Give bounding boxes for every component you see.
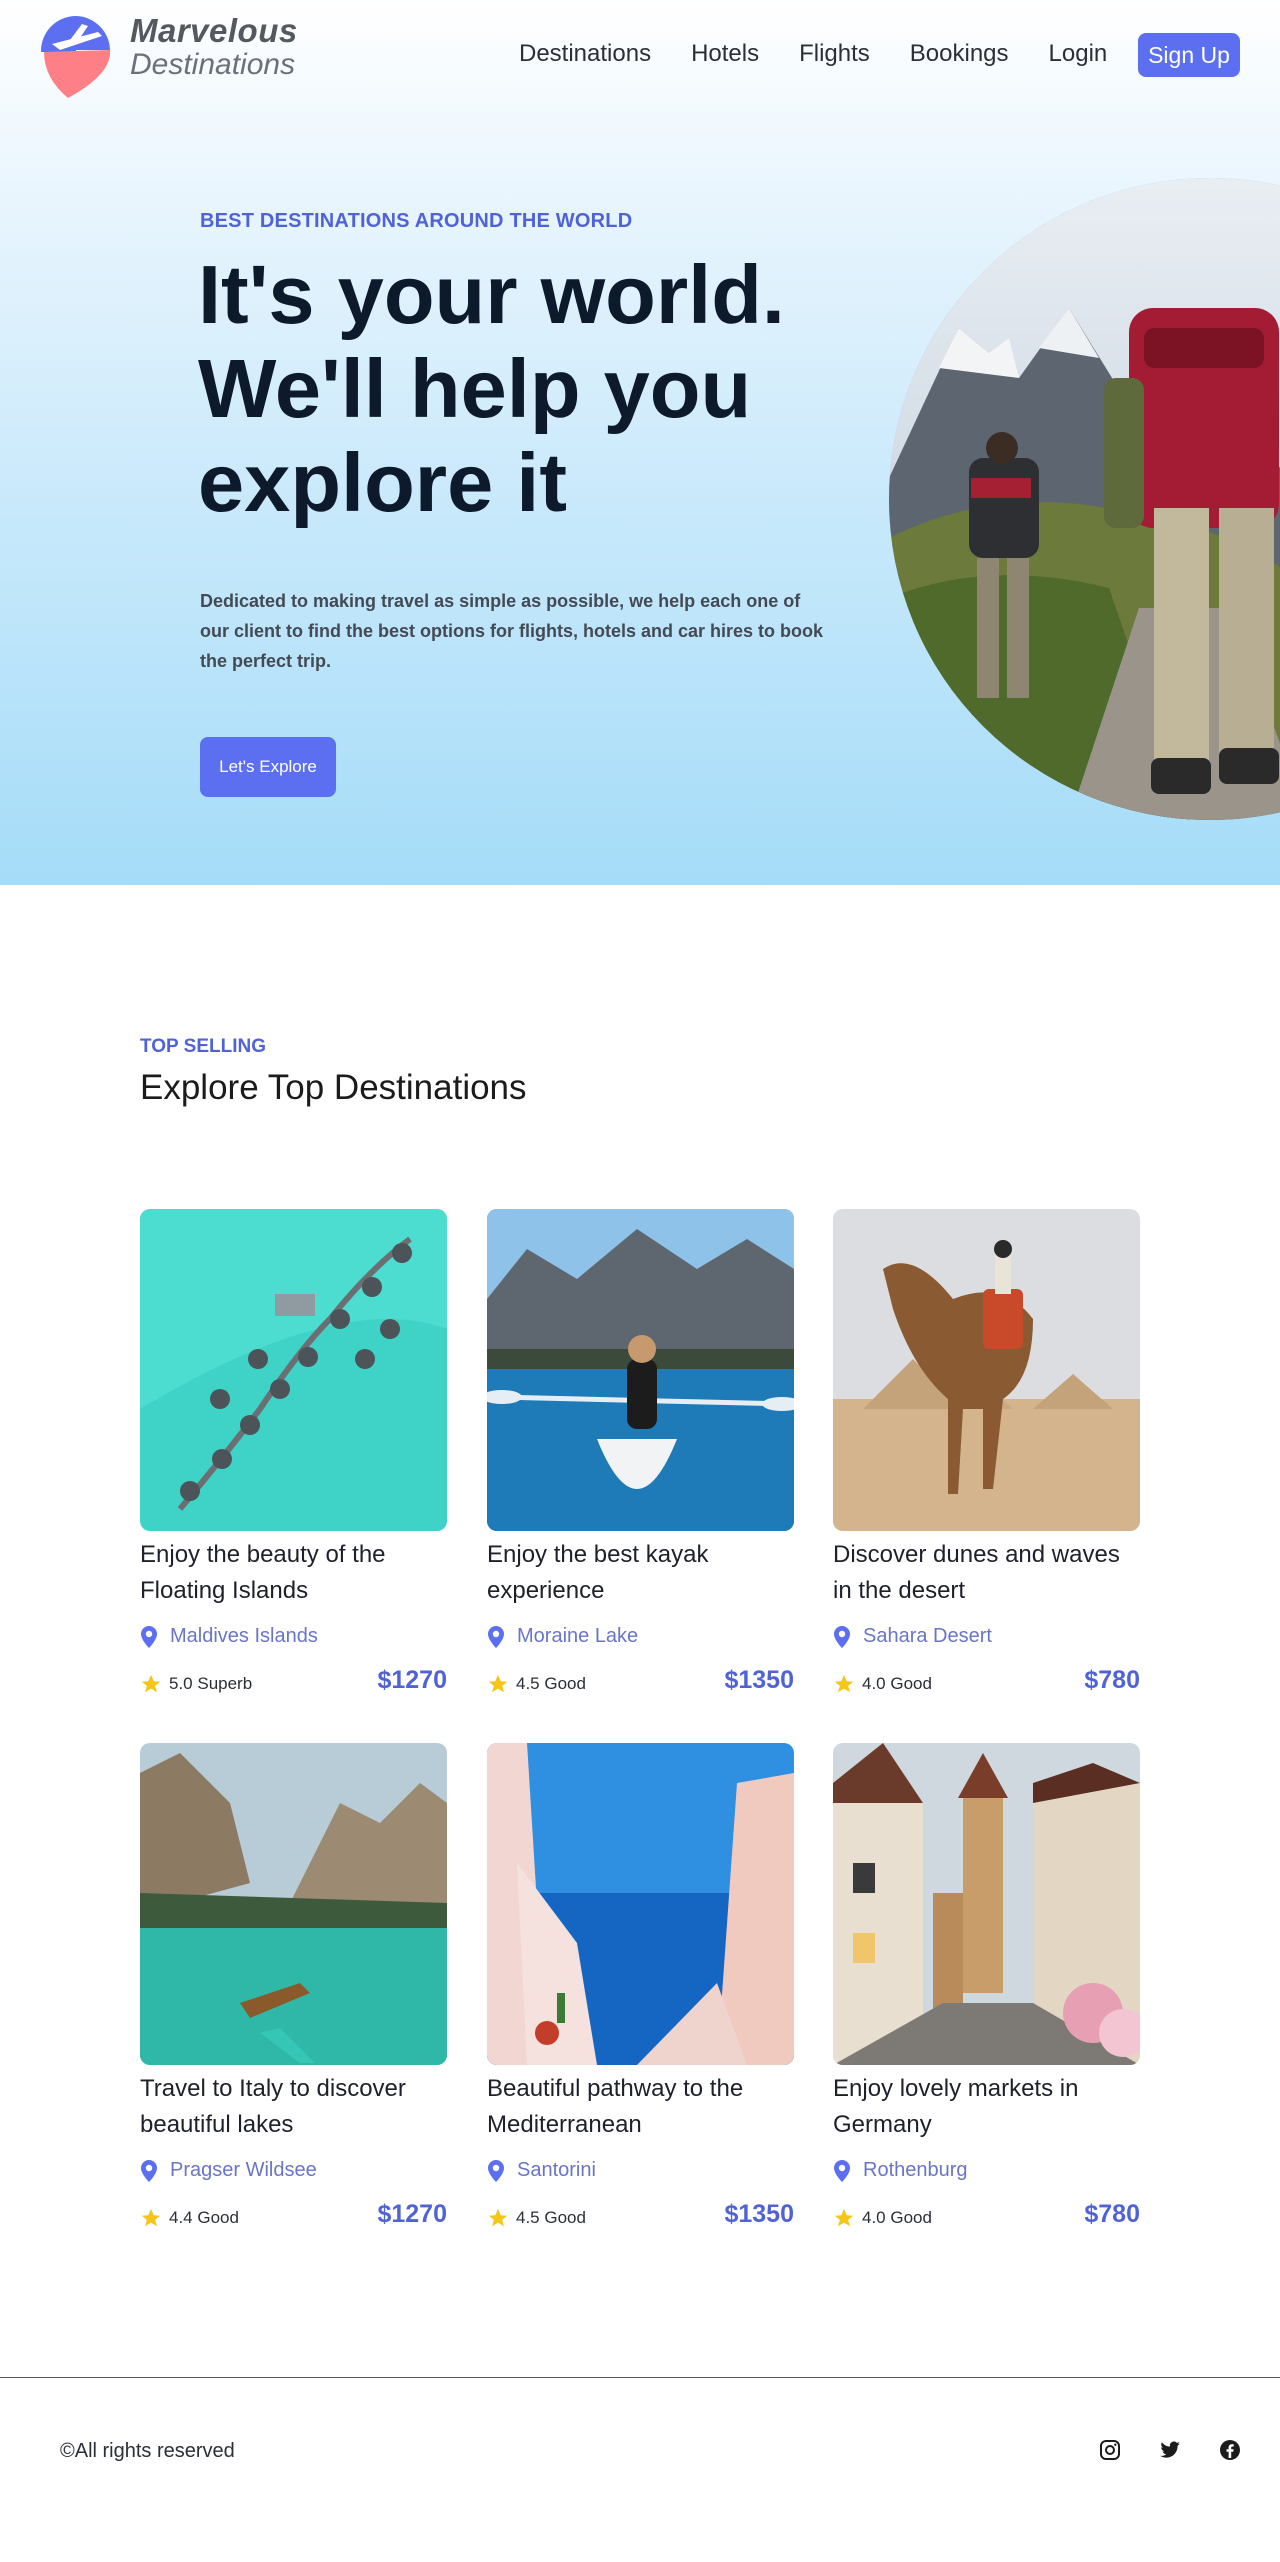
nav-destinations[interactable]: Destinations xyxy=(519,40,651,68)
card-price: $1270 xyxy=(377,1666,447,1694)
site-header: Marvelous Destinations Destinations Hote… xyxy=(0,0,1280,112)
card-location: Sahara Desert xyxy=(833,1625,992,1648)
card-location: Pragser Wildsee xyxy=(140,2159,317,2182)
card-price: $1270 xyxy=(377,2200,447,2228)
star-icon xyxy=(488,2208,508,2227)
card-rating: 4.0 Good xyxy=(833,1673,932,1695)
card-rating: 4.5 Good xyxy=(487,1673,586,1695)
destination-card[interactable]: Beautiful pathway to the Mediterranean S… xyxy=(487,1743,794,2243)
footer-copyright: ©All rights reserved xyxy=(60,2440,235,2462)
card-title[interactable]: Discover dunes and waves in the desert xyxy=(833,1537,1140,1609)
brand-name[interactable]: Marvelous Destinations xyxy=(130,14,298,80)
card-rating-label: 4.5 Good xyxy=(516,2208,586,2227)
card-location-label: Santorini xyxy=(517,2159,596,2181)
main-nav: Destinations Hotels Flights Bookings Log… xyxy=(519,40,1147,68)
card-image-germany[interactable] xyxy=(833,1743,1140,2065)
nav-hotels[interactable]: Hotels xyxy=(691,40,759,68)
destination-card[interactable]: Enjoy the best kayak experience Moraine … xyxy=(487,1209,794,1709)
card-rating: 4.4 Good xyxy=(140,2207,239,2229)
destination-card[interactable]: Travel to Italy to discover beautiful la… xyxy=(140,1743,447,2243)
brand-line2: Destinations xyxy=(130,48,296,81)
location-pin-icon xyxy=(834,2159,850,2182)
card-rating-label: 5.0 Superb xyxy=(169,1674,253,1693)
card-location-label: Pragser Wildsee xyxy=(170,2159,317,2181)
section-title: Explore Top Destinations xyxy=(140,1068,527,1107)
hero-description: Dedicated to making travel as simple as … xyxy=(200,591,824,671)
card-title[interactable]: Travel to Italy to discover beautiful la… xyxy=(140,2071,447,2143)
location-pin-icon xyxy=(834,1625,850,1648)
nav-flights[interactable]: Flights xyxy=(799,40,870,68)
footer-divider xyxy=(0,2377,1280,2378)
hero-headline: It's your world. We'll help you explore … xyxy=(198,248,785,529)
card-location: Maldives Islands xyxy=(140,1625,318,1648)
twitter-icon[interactable] xyxy=(1158,2438,1182,2462)
card-title[interactable]: Enjoy the beauty of the Floating Islands xyxy=(140,1537,447,1609)
card-location: Rothenburg xyxy=(833,2159,968,2182)
card-image-santorini[interactable] xyxy=(487,1743,794,2065)
facebook-icon[interactable] xyxy=(1218,2438,1242,2462)
star-icon xyxy=(834,2208,854,2227)
card-location: Moraine Lake xyxy=(487,1625,638,1648)
section-eyebrow: TOP SELLING xyxy=(140,1036,266,1057)
card-image-kayak[interactable] xyxy=(487,1209,794,1531)
star-icon xyxy=(488,1674,508,1693)
hero-section: BEST DESTINATIONS AROUND THE WORLD It's … xyxy=(0,0,1280,885)
destination-card[interactable]: Discover dunes and waves in the desert S… xyxy=(833,1209,1140,1709)
location-pin-icon xyxy=(141,2159,157,2182)
location-pin-icon xyxy=(488,2159,504,2182)
location-pin-icon xyxy=(141,1625,157,1648)
hero-image-hikers xyxy=(889,178,1280,820)
card-rating: 5.0 Superb xyxy=(140,1673,252,1695)
star-icon xyxy=(141,1674,161,1693)
location-pin-icon xyxy=(488,1625,504,1648)
card-image-maldives[interactable] xyxy=(140,1209,447,1531)
star-icon xyxy=(141,2208,161,2227)
nav-bookings[interactable]: Bookings xyxy=(910,40,1009,68)
card-image-desert[interactable] xyxy=(833,1209,1140,1531)
destination-card[interactable]: Enjoy the beauty of the Floating Islands… xyxy=(140,1209,447,1709)
star-icon xyxy=(834,1674,854,1693)
lets-explore-button[interactable]: Let's Explore xyxy=(200,737,336,797)
card-rating-label: 4.5 Good xyxy=(516,1674,586,1693)
nav-login[interactable]: Login xyxy=(1049,40,1108,68)
card-price: $780 xyxy=(1084,2200,1140,2228)
card-title[interactable]: Enjoy lovely markets in Germany xyxy=(833,2071,1140,2143)
card-rating-label: 4.4 Good xyxy=(169,2208,239,2227)
card-location-label: Sahara Desert xyxy=(863,1625,992,1647)
card-location: Santorini xyxy=(487,2159,596,2182)
card-price: $1350 xyxy=(724,2200,794,2228)
card-title[interactable]: Beautiful pathway to the Mediterranean xyxy=(487,2071,794,2143)
hero-eyebrow: BEST DESTINATIONS AROUND THE WORLD xyxy=(200,210,633,232)
card-rating: 4.0 Good xyxy=(833,2207,932,2229)
card-image-lake[interactable] xyxy=(140,1743,447,2065)
card-location-label: Maldives Islands xyxy=(170,1625,318,1647)
brand-line1: Marvelous xyxy=(130,12,298,49)
card-price: $780 xyxy=(1084,1666,1140,1694)
card-location-label: Rothenburg xyxy=(863,2159,968,2181)
logo-icon[interactable] xyxy=(38,8,114,100)
signup-button[interactable]: Sign Up xyxy=(1138,33,1240,77)
card-rating-label: 4.0 Good xyxy=(862,1674,932,1693)
instagram-icon[interactable] xyxy=(1098,2438,1122,2462)
card-title[interactable]: Enjoy the best kayak experience xyxy=(487,1537,794,1609)
card-rating-label: 4.0 Good xyxy=(862,2208,932,2227)
card-price: $1350 xyxy=(724,1666,794,1694)
destination-card[interactable]: Enjoy lovely markets in Germany Rothenbu… xyxy=(833,1743,1140,2243)
card-rating: 4.5 Good xyxy=(487,2207,586,2229)
card-location-label: Moraine Lake xyxy=(517,1625,639,1647)
